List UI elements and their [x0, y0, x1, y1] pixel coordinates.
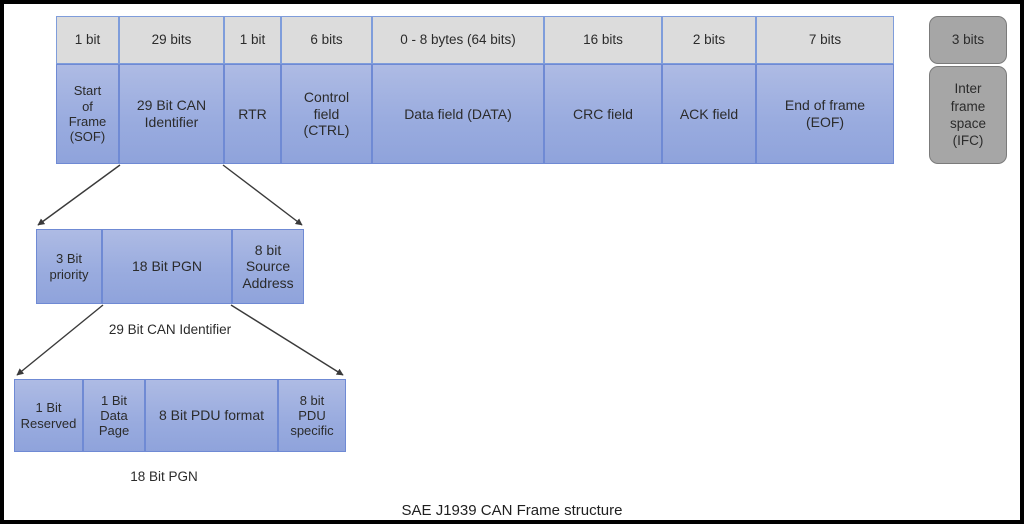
frame-field-sof: Start of Frame (SOF) — [56, 64, 119, 164]
identifier-field-priority: 3 Bit priority — [36, 229, 102, 304]
figure-title: SAE J1939 CAN Frame structure — [401, 502, 623, 519]
frame-field-ctrl: Control field (CTRL) — [281, 64, 372, 164]
frame-bits-cell-ack: 2 bits — [662, 16, 756, 64]
frame-field-crc: CRC field — [544, 64, 662, 164]
connector-identifier-right — [222, 164, 303, 226]
frame-bits-cell-eof: 7 bits — [756, 16, 894, 64]
pgn-field-data-page: 1 Bit Data Page — [83, 379, 145, 452]
frame-bits-cell-crc: 16 bits — [544, 16, 662, 64]
frame-field-rtr: RTR — [224, 64, 281, 164]
frame-bits-cell-sof: 1 bit — [56, 16, 119, 64]
pgn-field-pdu-format: 8 Bit PDU format — [145, 379, 278, 452]
pgn-field-reserved: 1 Bit Reserved — [14, 379, 83, 452]
interframe-space-cell: Inter frame space (IFC) — [929, 66, 1007, 164]
frame-field-eof: End of frame (EOF) — [756, 64, 894, 164]
pgn-field-pdu-specific: 8 bit PDU specific — [278, 379, 346, 452]
frame-field-ack: ACK field — [662, 64, 756, 164]
identifier-field-source-address: 8 bit Source Address — [232, 229, 304, 304]
frame-bits-cell-ctrl: 6 bits — [281, 16, 372, 64]
identifier-breakdown-caption: 29 Bit CAN Identifier — [108, 322, 232, 337]
frame-bits-cell-data: 0 - 8 bytes (64 bits) — [372, 16, 544, 64]
frame-field-identifier: 29 Bit CAN Identifier — [119, 64, 224, 164]
frame-bits-cell-rtr: 1 bit — [224, 16, 281, 64]
connector-identifier-left — [37, 164, 121, 226]
pgn-breakdown-caption: 18 Bit PGN — [130, 469, 198, 484]
identifier-field-pgn: 18 Bit PGN — [102, 229, 232, 304]
frame-field-data: Data field (DATA) — [372, 64, 544, 164]
interframe-bits-cell: 3 bits — [929, 16, 1007, 64]
frame-bits-cell-identifier: 29 bits — [119, 16, 224, 64]
diagram-canvas: 1 bit 29 bits 1 bit 6 bits 0 - 8 bytes (… — [0, 0, 1024, 524]
connector-pgn-right — [230, 304, 344, 376]
connector-pgn-left — [16, 304, 104, 376]
